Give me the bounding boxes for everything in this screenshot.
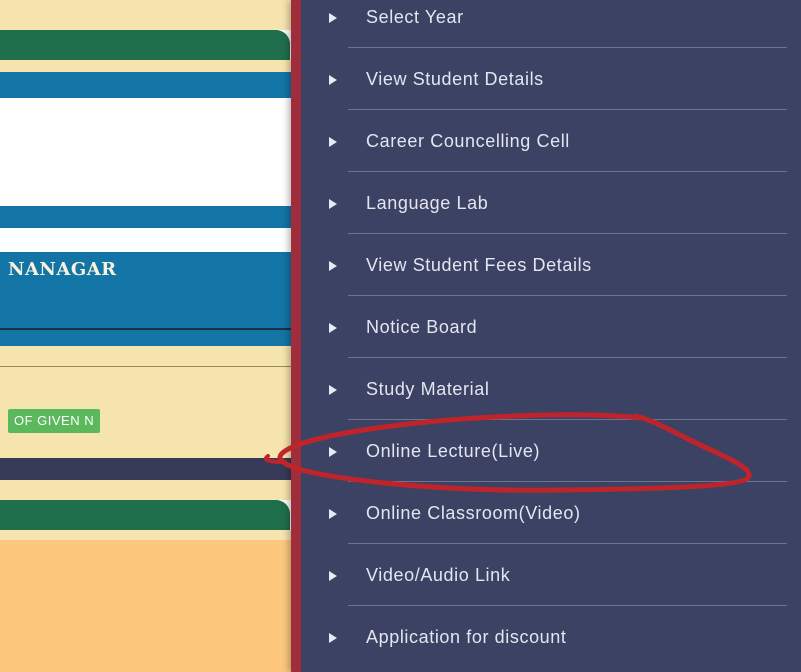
menu-item-career-councelling-cell[interactable]: Career Councelling Cell bbox=[301, 110, 801, 172]
menu-item-label: Select Year bbox=[366, 6, 464, 27]
menu-item-label: Career Councelling Cell bbox=[366, 130, 570, 151]
triangle-right-icon bbox=[329, 261, 337, 271]
green-section-bar bbox=[0, 500, 290, 530]
triangle-right-icon bbox=[329, 633, 337, 643]
triangle-right-icon bbox=[329, 447, 337, 457]
cream-header-band bbox=[0, 0, 296, 30]
menu-item-label: Online Lecture(Live) bbox=[366, 440, 541, 461]
menu-item-label: Online Classroom(Video) bbox=[366, 502, 581, 523]
menu-item-view-student-fees-details[interactable]: View Student Fees Details bbox=[301, 234, 801, 296]
background-page: NANAGAR OF GIVEN N bbox=[0, 0, 296, 672]
teal-bar-middle bbox=[0, 206, 296, 228]
menu-item-online-classroom-video[interactable]: Online Classroom(Video) bbox=[301, 482, 801, 544]
menu-item-language-lab[interactable]: Language Lab bbox=[301, 172, 801, 234]
triangle-right-icon bbox=[329, 323, 337, 333]
menu-item-online-lecture-live[interactable]: Online Lecture(Live) bbox=[301, 420, 801, 482]
menu-item-label: Language Lab bbox=[366, 192, 489, 213]
menu-item-label: Notice Board bbox=[366, 316, 478, 337]
menu-item-label: View Student Details bbox=[366, 68, 544, 89]
teal-bar-lower bbox=[0, 330, 296, 346]
triangle-right-icon bbox=[329, 199, 337, 209]
white-panel bbox=[0, 98, 296, 206]
cream-strip-2 bbox=[0, 346, 296, 366]
triangle-right-icon bbox=[329, 75, 337, 85]
cream-strip-4 bbox=[0, 530, 296, 540]
menu-item-notice-board[interactable]: Notice Board bbox=[301, 296, 801, 358]
orange-content-area bbox=[0, 540, 296, 672]
menu-item-label: Study Material bbox=[366, 378, 490, 399]
menu-item-application-for-discount[interactable]: Application for discount bbox=[301, 606, 801, 668]
cream-strip-3 bbox=[0, 480, 296, 500]
menu-item-view-student-details[interactable]: View Student Details bbox=[301, 48, 801, 110]
dark-divider-bar bbox=[0, 458, 296, 480]
menu-item-video-audio-link[interactable]: Video/Audio Link bbox=[301, 544, 801, 606]
triangle-right-icon bbox=[329, 385, 337, 395]
menu-item-select-year[interactable]: Select Year bbox=[301, 0, 801, 48]
navigation-drawer: Select Year View Student Details Career … bbox=[291, 0, 801, 672]
cream-strip bbox=[0, 60, 296, 72]
triangle-right-icon bbox=[329, 509, 337, 519]
white-gap bbox=[0, 228, 296, 252]
triangle-right-icon bbox=[329, 571, 337, 581]
page-title-fragment: NANAGAR bbox=[8, 259, 117, 280]
status-badge: OF GIVEN N bbox=[8, 409, 101, 433]
green-header-bar bbox=[0, 30, 290, 60]
menu-item-label: View Student Fees Details bbox=[366, 254, 592, 275]
menu-item-study-material[interactable]: Study Material bbox=[301, 358, 801, 420]
menu-item-label: Video/Audio Link bbox=[366, 564, 511, 585]
teal-bar-top bbox=[0, 72, 296, 98]
menu-item-label: Application for discount bbox=[366, 626, 567, 647]
triangle-right-icon bbox=[329, 137, 337, 147]
triangle-right-icon bbox=[329, 13, 337, 23]
